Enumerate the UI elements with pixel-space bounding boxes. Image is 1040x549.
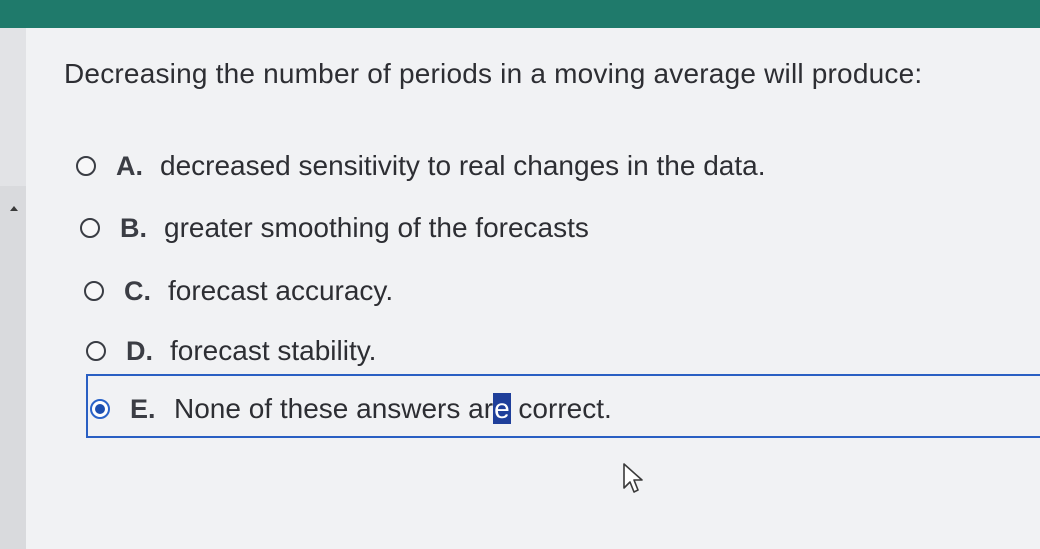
radio-button-d[interactable] xyxy=(86,341,106,361)
option-letter: B. xyxy=(120,212,147,243)
side-scroll-pane[interactable] xyxy=(0,186,26,549)
option-c[interactable]: C. forecast accuracy. xyxy=(84,271,984,311)
up-arrow-icon[interactable] xyxy=(10,206,18,211)
option-letter: D. xyxy=(126,335,153,366)
option-text: decreased sensitivity to real changes in… xyxy=(160,150,766,181)
text-cursor-highlight: e xyxy=(493,393,511,424)
option-a[interactable]: A. decreased sensitivity to real changes… xyxy=(76,146,976,186)
option-e[interactable]: E. None of these answers are correct. xyxy=(90,389,990,429)
option-text: None of these answers are correct. xyxy=(174,393,612,425)
option-letter: E. xyxy=(130,393,156,424)
option-text: forecast accuracy. xyxy=(168,275,394,306)
option-text: forecast stability. xyxy=(170,335,377,366)
radio-button-e-selected[interactable] xyxy=(90,399,110,419)
radio-button-a[interactable] xyxy=(76,156,96,176)
option-letter: A. xyxy=(116,150,143,181)
option-text: greater smoothing of the forecasts xyxy=(164,212,589,243)
mouse-pointer-icon xyxy=(623,463,643,493)
option-b[interactable]: B. greater smoothing of the forecasts xyxy=(80,208,980,248)
option-letter: C. xyxy=(124,275,151,306)
radio-button-b[interactable] xyxy=(80,218,100,238)
question-text: Decreasing the number of periods in a mo… xyxy=(64,58,923,89)
radio-button-c[interactable] xyxy=(84,281,104,301)
top-header-bar xyxy=(0,0,1040,28)
option-d[interactable]: D. forecast stability. xyxy=(86,331,986,371)
option-text-part: correct. xyxy=(510,393,612,424)
option-text-part: None of these answers ar xyxy=(174,393,494,424)
